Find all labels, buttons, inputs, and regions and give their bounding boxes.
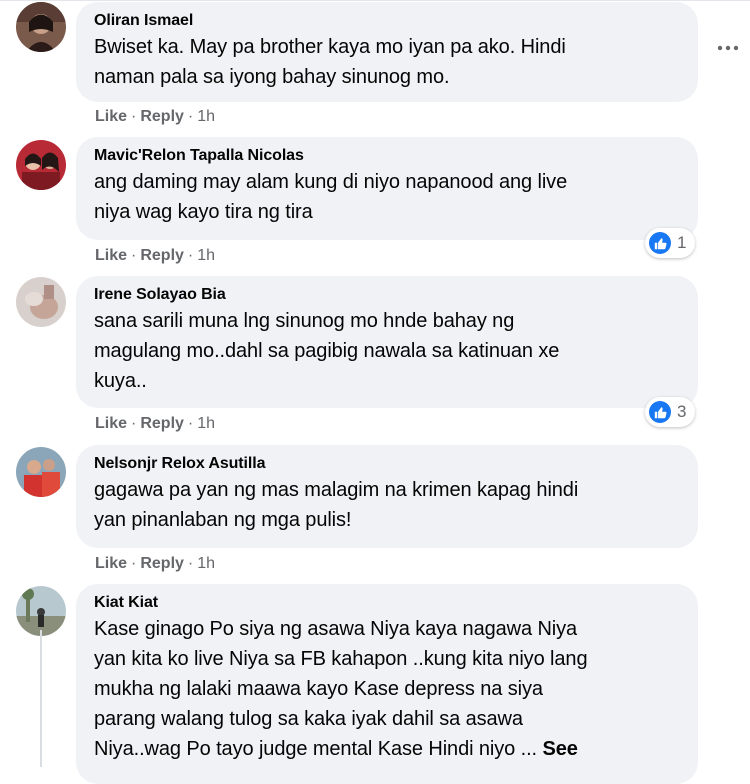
comment-author[interactable]: Kiat Kiat [94, 592, 680, 614]
separator: · [131, 415, 137, 432]
comment-text-body: Kase ginago Po siya ng asawa Niya kaya n… [94, 618, 588, 760]
comment-author[interactable]: Mavic'Relon Tapalla Nicolas [94, 145, 680, 167]
comment-actions: Like · Reply · 1h [95, 107, 215, 127]
separator: · [131, 555, 137, 572]
timestamp[interactable]: 1h [197, 108, 215, 125]
timestamp[interactable]: 1h [197, 415, 215, 432]
top-divider [0, 0, 750, 1]
comment-actions: Like · Reply · 1h [95, 414, 215, 434]
timestamp[interactable]: 1h [197, 555, 215, 572]
comment-bubble: Mavic'Relon Tapalla Nicolas ang daming m… [76, 137, 698, 240]
avatar[interactable] [16, 2, 66, 52]
like-link[interactable]: Like [95, 555, 127, 572]
reaction-badge[interactable]: 3 [645, 397, 695, 427]
reply-link[interactable]: Reply [140, 415, 184, 432]
comment-bubble: Oliran Ismael Bwiset ka. May pa brother … [76, 2, 698, 102]
separator: · [131, 247, 137, 264]
like-link[interactable]: Like [95, 415, 127, 432]
comment-author[interactable]: Nelsonjr Relox Asutilla [94, 453, 680, 475]
avatar[interactable] [16, 277, 66, 327]
comment-author[interactable]: Oliran Ismael [94, 10, 680, 32]
comment-author[interactable]: Irene Solayao Bia [94, 284, 680, 306]
reaction-badge[interactable]: 1 [645, 228, 695, 258]
comment-text: Kase ginago Po siya ng asawa Niya kaya n… [94, 614, 680, 764]
separator: · [187, 415, 194, 432]
like-reaction-icon [649, 401, 671, 423]
separator: · [187, 247, 194, 264]
avatar[interactable] [16, 586, 66, 636]
like-link[interactable]: Like [95, 247, 127, 264]
reply-thread-line [40, 630, 42, 767]
separator: · [131, 108, 137, 125]
reply-link[interactable]: Reply [140, 108, 184, 125]
comment-text: Bwiset ka. May pa brother kaya mo iyan p… [94, 36, 566, 88]
avatar[interactable] [16, 140, 66, 190]
comment-bubble: Irene Solayao Bia sana sarili muna lng s… [76, 276, 698, 408]
reaction-count: 1 [677, 233, 687, 252]
more-options-icon[interactable] [716, 40, 740, 56]
comment-text: ang daming may alam kung di niyo napanoo… [94, 171, 568, 223]
see-more-link[interactable]: See [543, 738, 578, 760]
comment-bubble: Kiat Kiat Kase ginago Po siya ng asawa N… [76, 584, 698, 784]
separator: · [187, 108, 194, 125]
comment-text: sana sarili muna lng sinunog mo hnde bah… [94, 310, 560, 392]
comment-actions: Like · Reply · 1h [95, 554, 215, 574]
like-link[interactable]: Like [95, 108, 127, 125]
comment-actions: Like · Reply · 1h [95, 246, 215, 266]
reaction-count: 3 [677, 402, 687, 421]
comment-bubble: Nelsonjr Relox Asutilla gagawa pa yan ng… [76, 445, 698, 548]
reply-link[interactable]: Reply [140, 555, 184, 572]
timestamp[interactable]: 1h [197, 247, 215, 264]
reply-link[interactable]: Reply [140, 247, 184, 264]
like-reaction-icon [649, 232, 671, 254]
avatar[interactable] [16, 447, 66, 497]
comment-text: gagawa pa yan ng mas malagim na krimen k… [94, 479, 579, 531]
separator: · [187, 555, 194, 572]
